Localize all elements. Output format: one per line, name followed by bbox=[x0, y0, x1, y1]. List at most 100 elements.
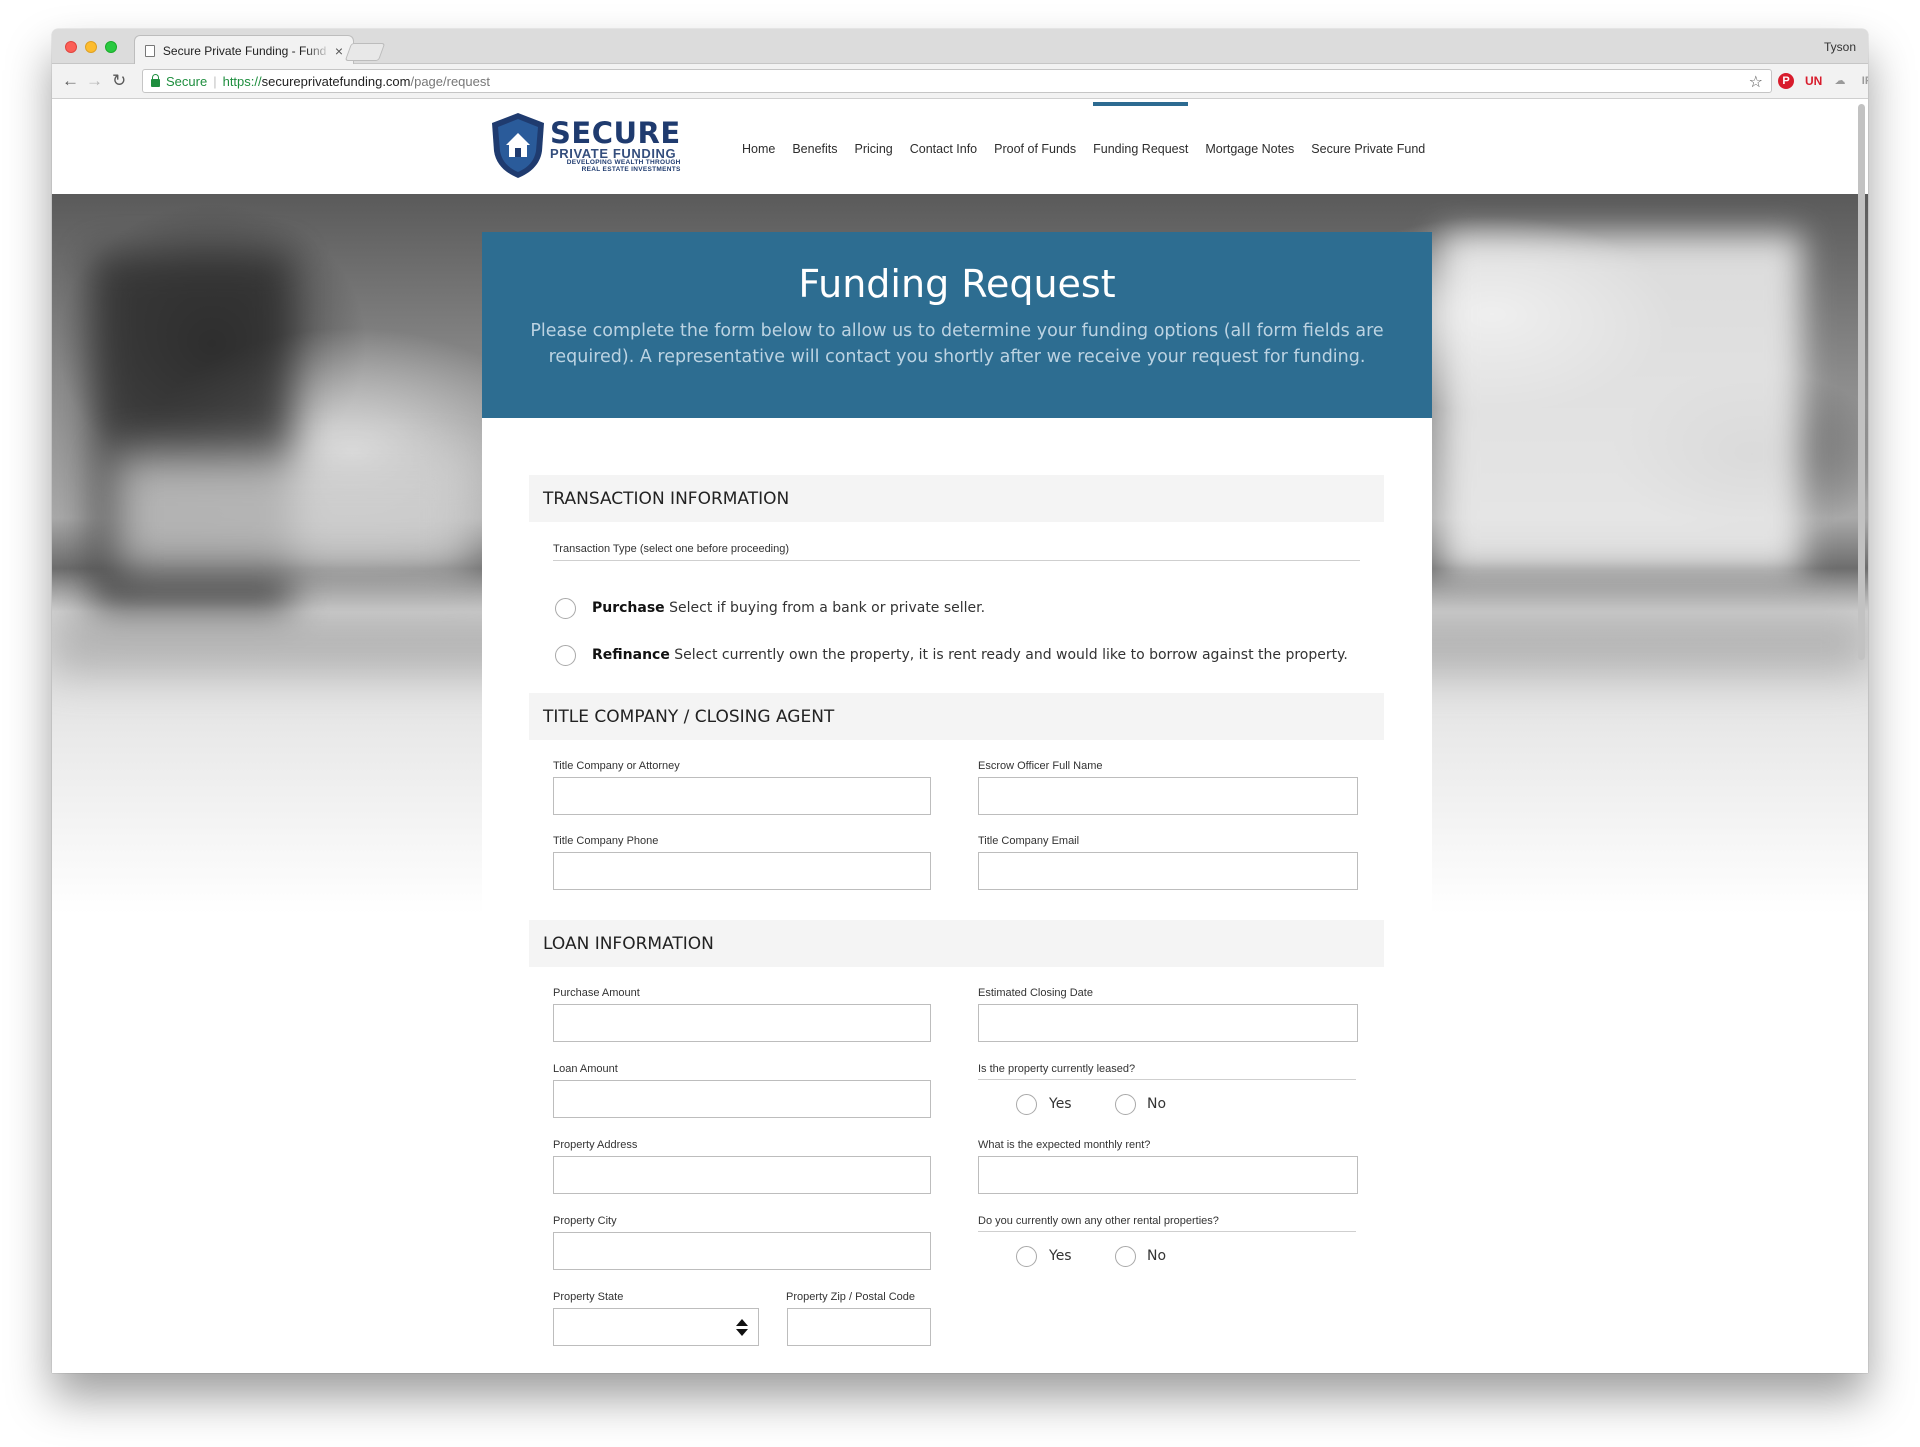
property-state-select[interactable] bbox=[553, 1308, 759, 1346]
site-header: SECURE PRIVATE FUNDING DEVELOPING WEALTH… bbox=[52, 100, 1868, 194]
nav-contact-info[interactable]: Contact Info bbox=[910, 102, 977, 196]
transaction-type-divider bbox=[553, 560, 1360, 561]
loan-amount-label: Loan Amount bbox=[553, 1063, 618, 1075]
transaction-type-label: Transaction Type (select one before proc… bbox=[553, 543, 790, 555]
monthly-rent-input[interactable] bbox=[978, 1156, 1358, 1194]
browser-window: Secure Private Funding - Fund × Tyson ← … bbox=[52, 29, 1868, 1373]
transaction-section-heading: TRANSACTION INFORMATION bbox=[529, 475, 1384, 522]
purchase-option-title: Purchase bbox=[592, 600, 665, 616]
logo-main-text: SECURE bbox=[550, 116, 681, 150]
purchase-amount-label: Purchase Amount bbox=[553, 987, 640, 999]
title-company-phone-label: Title Company Phone bbox=[553, 835, 659, 847]
main-navigation: Home Benefits Pricing Contact Info Proof… bbox=[742, 100, 1425, 194]
cloud-extension-icon[interactable]: ☁ bbox=[1832, 73, 1848, 89]
page-icon bbox=[145, 44, 155, 57]
leased-no-label[interactable]: No bbox=[1147, 1096, 1166, 1112]
escrow-officer-input[interactable] bbox=[978, 777, 1358, 815]
purchase-option[interactable]: Purchase Select if buying from a bank or… bbox=[592, 600, 985, 616]
monthly-rent-label: What is the expected monthly rent? bbox=[978, 1139, 1151, 1151]
url-scheme: https:// bbox=[222, 73, 262, 89]
address-separator: | bbox=[213, 73, 217, 89]
other-rentals-no-label[interactable]: No bbox=[1147, 1248, 1166, 1264]
tab-title: Secure Private Funding - Fund bbox=[162, 43, 327, 58]
title-company-input[interactable] bbox=[553, 777, 931, 815]
other-rentals-yes-label[interactable]: Yes bbox=[1049, 1248, 1072, 1264]
other-rentals-yes-radio[interactable] bbox=[1016, 1246, 1037, 1267]
page-title: Funding Request bbox=[798, 262, 1116, 306]
browser-tab[interactable]: Secure Private Funding - Fund × bbox=[134, 35, 354, 65]
site-logo[interactable]: SECURE PRIVATE FUNDING DEVELOPING WEALTH… bbox=[490, 111, 681, 179]
purchase-option-desc: Select if buying from a bank or private … bbox=[664, 600, 986, 616]
profile-name[interactable]: Tyson bbox=[1824, 40, 1856, 54]
title-company-email-input[interactable] bbox=[978, 852, 1358, 890]
refinance-radio[interactable] bbox=[555, 645, 576, 666]
refinance-option-title: Refinance bbox=[592, 647, 670, 663]
title-company-label: Title Company or Attorney bbox=[553, 760, 680, 772]
purchase-radio[interactable] bbox=[555, 598, 576, 619]
reload-icon[interactable]: ↻ bbox=[112, 72, 126, 90]
loan-amount-input[interactable] bbox=[553, 1080, 931, 1118]
new-tab-button[interactable] bbox=[344, 43, 386, 61]
select-arrows-icon bbox=[736, 1319, 748, 1337]
maximize-window-button[interactable] bbox=[105, 41, 117, 53]
leased-divider bbox=[978, 1079, 1356, 1080]
nav-proof-of-funds[interactable]: Proof of Funds bbox=[994, 102, 1076, 196]
nav-secure-private-fund[interactable]: Secure Private Fund bbox=[1311, 102, 1425, 196]
property-state-label: Property State bbox=[553, 1291, 624, 1303]
un-extension-icon[interactable]: UN bbox=[1805, 73, 1822, 89]
nav-funding-request[interactable]: Funding Request bbox=[1093, 102, 1189, 196]
closing-date-input[interactable] bbox=[978, 1004, 1358, 1042]
page-description: Please complete the form below to allow … bbox=[530, 321, 1384, 367]
back-arrow-icon[interactable]: ← bbox=[62, 72, 79, 90]
close-tab-icon[interactable]: × bbox=[335, 43, 343, 59]
leased-no-radio[interactable] bbox=[1115, 1094, 1136, 1115]
address-bar[interactable]: Secure | https:// secureprivatefunding.c… bbox=[142, 69, 1772, 93]
other-rentals-no-radio[interactable] bbox=[1115, 1246, 1136, 1267]
property-zip-label: Property Zip / Postal Code bbox=[786, 1291, 916, 1303]
closing-date-label: Estimated Closing Date bbox=[978, 987, 1093, 999]
title-company-section-heading: TITLE COMPANY / CLOSING AGENT bbox=[529, 693, 1384, 740]
close-window-button[interactable] bbox=[65, 41, 77, 53]
property-city-label: Property City bbox=[553, 1215, 617, 1227]
minimize-window-button[interactable] bbox=[85, 41, 97, 53]
page-viewport: SECURE PRIVATE FUNDING DEVELOPING WEALTH… bbox=[52, 100, 1868, 1373]
escrow-officer-label: Escrow Officer Full Name bbox=[978, 760, 1103, 772]
title-company-email-label: Title Company Email bbox=[978, 835, 1080, 847]
property-address-label: Property Address bbox=[553, 1139, 638, 1151]
other-rentals-divider bbox=[978, 1231, 1356, 1232]
property-address-input[interactable] bbox=[553, 1156, 931, 1194]
bookmark-star-icon[interactable]: ☆ bbox=[1749, 72, 1763, 92]
title-company-phone-input[interactable] bbox=[553, 852, 931, 890]
tab-strip: Secure Private Funding - Fund × Tyson bbox=[52, 29, 1868, 65]
refinance-option-desc: Select currently own the property, it is… bbox=[669, 647, 1348, 663]
purchase-amount-input[interactable] bbox=[553, 1004, 931, 1042]
refinance-option[interactable]: Refinance Select currently own the prope… bbox=[592, 647, 1348, 663]
nav-home[interactable]: Home bbox=[742, 102, 775, 196]
browser-toolbar: ← → ↻ Secure | https:// secureprivatefun… bbox=[52, 64, 1868, 99]
shield-logo-icon bbox=[492, 113, 544, 178]
url-host: secureprivatefunding.com bbox=[261, 73, 411, 89]
nav-mortgage-notes[interactable]: Mortgage Notes bbox=[1205, 102, 1294, 196]
loan-section-heading: LOAN INFORMATION bbox=[529, 920, 1384, 967]
nav-benefits[interactable]: Benefits bbox=[792, 102, 837, 196]
forward-arrow-icon[interactable]: → bbox=[86, 72, 103, 90]
ip-extension-icon[interactable]: IP bbox=[1859, 73, 1868, 89]
logo-tagline-2: REAL ESTATE INVESTMENTS bbox=[581, 165, 681, 173]
logo-wordmark: SECURE PRIVATE FUNDING DEVELOPING WEALTH… bbox=[550, 119, 681, 173]
leased-yes-radio[interactable] bbox=[1016, 1094, 1037, 1115]
extension-icons: P UN ☁ IP ▮ ✓ ⋮ bbox=[1778, 73, 1868, 89]
leased-question-label: Is the property currently leased? bbox=[978, 1063, 1136, 1075]
secure-label: Secure bbox=[166, 73, 208, 89]
property-zip-input[interactable] bbox=[787, 1308, 931, 1346]
nav-pricing[interactable]: Pricing bbox=[855, 102, 893, 196]
pinterest-icon[interactable]: P bbox=[1778, 73, 1794, 89]
property-city-input[interactable] bbox=[553, 1232, 931, 1270]
leased-yes-label[interactable]: Yes bbox=[1049, 1096, 1072, 1112]
card-header: Funding Request Please complete the form… bbox=[482, 232, 1432, 418]
page-scrollbar[interactable] bbox=[1858, 104, 1865, 660]
url-path: /page/request bbox=[410, 73, 490, 89]
funding-request-card: Funding Request Please complete the form… bbox=[482, 232, 1432, 1373]
other-rentals-label: Do you currently own any other rental pr… bbox=[978, 1215, 1219, 1227]
logo-sub-text: PRIVATE FUNDING bbox=[550, 146, 677, 161]
lock-icon bbox=[151, 73, 160, 87]
